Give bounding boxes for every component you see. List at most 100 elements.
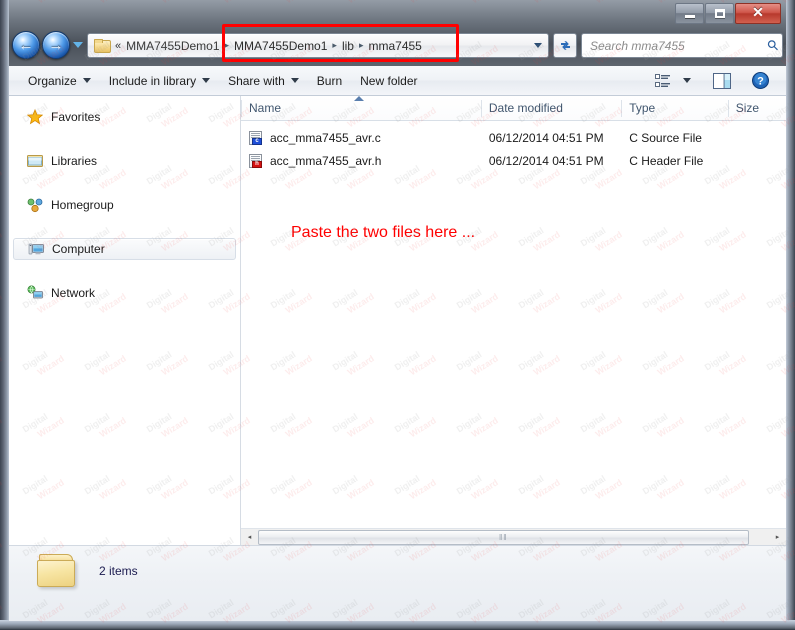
paste-hint-annotation: Paste the two files here ... [291,224,476,241]
file-date-cell: 06/12/2014 04:51 PM [488,130,604,145]
minimize-button[interactable] [675,3,704,24]
file-type-cell: C Source File [629,130,702,145]
file-name-cell[interactable]: c acc_mma7455_avr.c [241,130,481,145]
breadcrumb-overflow-icon[interactable]: « [113,40,122,52]
breadcrumb-root[interactable]: MMA7455Demo1 [122,37,223,55]
window-frame-left [0,0,9,630]
star-icon [26,108,44,125]
libraries-icon [27,153,43,169]
sidebar-item-favorites[interactable]: Favorites [13,106,236,128]
explorer-window: ✕ ← → « MMA7455Demo1 ▸ MMA7455Demo1 ▸ li… [0,0,795,630]
scrollbar-thumb[interactable]: ‖‖ [258,529,749,545]
search-box[interactable]: ⚲ [581,33,783,58]
computer-icon [28,241,44,257]
status-bar: 2 items [9,545,786,621]
chevron-down-icon [683,78,691,83]
close-icon: ✕ [752,6,764,21]
scroll-right-arrow-icon[interactable]: ▸ [769,529,786,546]
column-header-label: Type [629,101,656,115]
change-view-button[interactable] [650,71,676,91]
sidebar-item-label: Favorites [51,110,101,124]
file-name-label: acc_mma7455_avr.c [270,130,381,145]
address-dropdown-chevron-down-icon[interactable] [534,43,542,48]
preview-pane-button[interactable] [708,70,736,92]
view-options-icon [655,73,670,87]
breadcrumb-item-1[interactable]: lib [338,37,358,55]
scrollbar-track[interactable]: ‖‖ [258,528,769,546]
back-arrow-icon: ← [18,36,34,54]
share-with-button[interactable]: Share with [219,69,308,93]
maximize-button[interactable] [705,3,734,24]
column-header-name[interactable]: Name [241,96,481,121]
burn-button[interactable]: Burn [308,69,351,93]
sidebar-item-computer[interactable]: Computer [13,238,236,260]
navigation-row: ← → « MMA7455Demo1 ▸ MMA7455Demo1 ▸ lib … [9,30,786,62]
item-count-label: 2 items [99,564,138,578]
search-input[interactable] [590,38,768,53]
maximize-icon [714,9,725,18]
explorer-content: Favorites Libraries Homegroup Computer N… [9,96,786,546]
sidebar-item-label: Network [51,286,96,300]
minimize-icon [684,14,695,18]
column-headers: Name Date modified Type Size [241,96,786,121]
share-with-label: Share with [228,73,285,88]
refresh-icon [560,41,570,50]
file-type-cell: C Header File [629,153,704,168]
svg-text:?: ? [757,76,764,88]
organize-label: Organize [28,73,77,88]
c-header-file-icon: h [249,153,264,168]
forward-button[interactable]: → [42,31,70,59]
address-bar[interactable]: « MMA7455Demo1 ▸ MMA7455Demo1 ▸ lib ▸ mm… [87,33,549,58]
column-header-type[interactable]: Type [621,96,728,121]
command-toolbar: Organize Include in library Share with B… [9,66,786,96]
column-header-label: Size [735,101,760,115]
preview-pane-icon [713,72,731,89]
horizontal-scrollbar[interactable]: ◂ ‖‖ ▸ [241,528,786,546]
folder-icon [94,39,111,53]
help-icon: ? [752,72,769,89]
table-row[interactable]: h acc_mma7455_avr.h 06/12/2014 04:51 PM … [241,150,786,171]
sidebar-item-network[interactable]: Network [13,282,236,304]
view-dropdown-button[interactable] [678,75,696,86]
organize-button[interactable]: Organize [19,69,100,93]
scroll-left-arrow-icon[interactable]: ◂ [241,529,258,546]
back-button[interactable]: ← [12,31,40,59]
chevron-down-icon [82,78,91,83]
toolbar-right-group: ? [650,69,786,92]
include-in-library-label: Include in library [108,73,197,88]
file-name-cell[interactable]: h acc_mma7455_avr.h [241,153,481,168]
network-icon [27,285,43,301]
include-in-library-button[interactable]: Include in library [100,69,219,93]
help-button[interactable]: ? [747,69,774,92]
sidebar-item-label: Libraries [51,154,98,168]
sidebar-item-label: Homegroup [51,198,114,212]
scrollbar-grip-icon: ‖‖ [498,532,508,542]
column-header-label: Date modified [488,101,563,115]
column-header-label: Name [249,101,282,115]
chevron-down-icon [290,78,299,83]
window-frame-bottom [0,620,795,630]
forward-arrow-icon: → [48,36,64,54]
navigation-pane: Favorites Libraries Homegroup Computer N… [9,96,241,545]
window-controls: ✕ [675,3,781,24]
column-header-date-modified[interactable]: Date modified [480,96,621,121]
sidebar-item-homegroup[interactable]: Homegroup [13,194,236,216]
table-row[interactable]: c acc_mma7455_avr.c 06/12/2014 04:51 PM … [241,127,786,148]
homegroup-icon [27,197,43,213]
new-folder-label: New folder [360,73,418,88]
chevron-down-icon [202,78,211,83]
breadcrumb-item-2[interactable]: mma7455 [364,37,425,55]
folder-icon [37,554,77,588]
file-list-pane: Name Date modified Type Size c acc_mma74… [241,96,786,545]
new-folder-button[interactable]: New folder [351,69,426,93]
refresh-button[interactable] [553,33,577,58]
column-header-size[interactable]: Size [727,96,786,121]
c-source-file-icon: c [249,130,264,145]
burn-label: Burn [316,73,343,88]
breadcrumb-item-0[interactable]: MMA7455Demo1 [230,37,331,55]
close-button[interactable]: ✕ [735,3,781,24]
file-name-label: acc_mma7455_avr.h [270,153,382,168]
recent-pages-chevron-down-icon[interactable] [73,42,83,48]
window-frame-right [786,0,795,630]
sidebar-item-libraries[interactable]: Libraries [13,150,236,172]
